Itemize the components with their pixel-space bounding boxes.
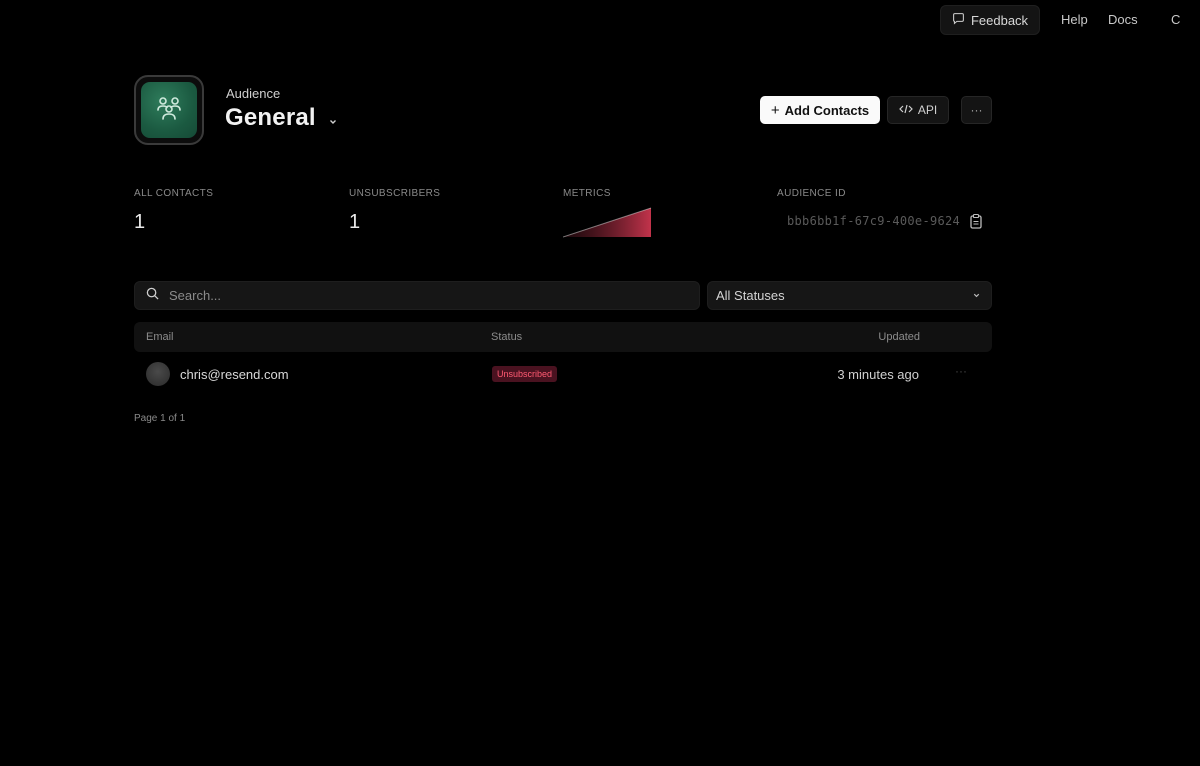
- table-row[interactable]: chris@resend.com Unsubscribed 3 minutes …: [134, 356, 992, 392]
- search-input[interactable]: [167, 287, 671, 304]
- audience-label: Audience: [226, 86, 281, 101]
- contact-email[interactable]: chris@resend.com: [180, 367, 289, 382]
- metrics-sparkline: [562, 207, 653, 244]
- clipboard-icon[interactable]: [969, 213, 983, 234]
- unsubscribers-label: UNSUBSCRIBERS: [349, 188, 441, 199]
- chevron-down-icon[interactable]: [328, 114, 338, 132]
- metrics-label: METRICS: [563, 188, 611, 199]
- api-label: API: [917, 103, 938, 117]
- account-menu[interactable]: C: [1171, 12, 1180, 27]
- search-field[interactable]: [134, 281, 700, 310]
- plus-icon: +: [770, 101, 780, 119]
- help-link[interactable]: Help: [1061, 12, 1088, 27]
- audience-avatar: [134, 75, 204, 145]
- search-icon: [146, 287, 159, 305]
- api-button[interactable]: API: [887, 96, 949, 124]
- contact-updated: 3 minutes ago: [837, 367, 919, 382]
- unsubscribers-value: 1: [349, 211, 361, 233]
- column-header-status[interactable]: Status: [491, 331, 522, 343]
- audience-id-label: AUDIENCE ID: [777, 188, 846, 199]
- feedback-label: Feedback: [970, 12, 1029, 28]
- status-filter-value: All Statuses: [716, 288, 785, 303]
- add-contacts-button[interactable]: + Add Contacts: [760, 96, 880, 124]
- audience-name[interactable]: General: [225, 104, 316, 132]
- contact-avatar: [146, 362, 170, 386]
- docs-link[interactable]: Docs: [1108, 12, 1138, 27]
- status-filter-select[interactable]: All Statuses: [707, 281, 992, 310]
- ellipsis-icon: ···: [970, 103, 983, 117]
- column-header-email[interactable]: Email: [146, 331, 174, 343]
- audience-id-value: bbb6bb1f-67c9-400e-9624: [787, 214, 961, 228]
- chevron-down-icon: [972, 288, 981, 303]
- contacts-table-header: Email Status Updated: [134, 322, 992, 352]
- row-more-icon[interactable]: ···: [955, 364, 967, 378]
- all-contacts-value: 1: [134, 211, 146, 233]
- users-group-icon: [154, 95, 184, 126]
- more-options-button[interactable]: ···: [961, 96, 992, 124]
- column-header-updated[interactable]: Updated: [878, 331, 920, 343]
- add-contacts-label: Add Contacts: [784, 102, 870, 118]
- feedback-button[interactable]: Feedback: [940, 5, 1040, 35]
- chat-bubble-icon: [952, 12, 965, 28]
- all-contacts-label: ALL CONTACTS: [134, 188, 214, 199]
- code-icon: [898, 103, 913, 117]
- status-badge: Unsubscribed: [492, 366, 558, 382]
- pagination-info: Page 1 of 1: [134, 413, 186, 424]
